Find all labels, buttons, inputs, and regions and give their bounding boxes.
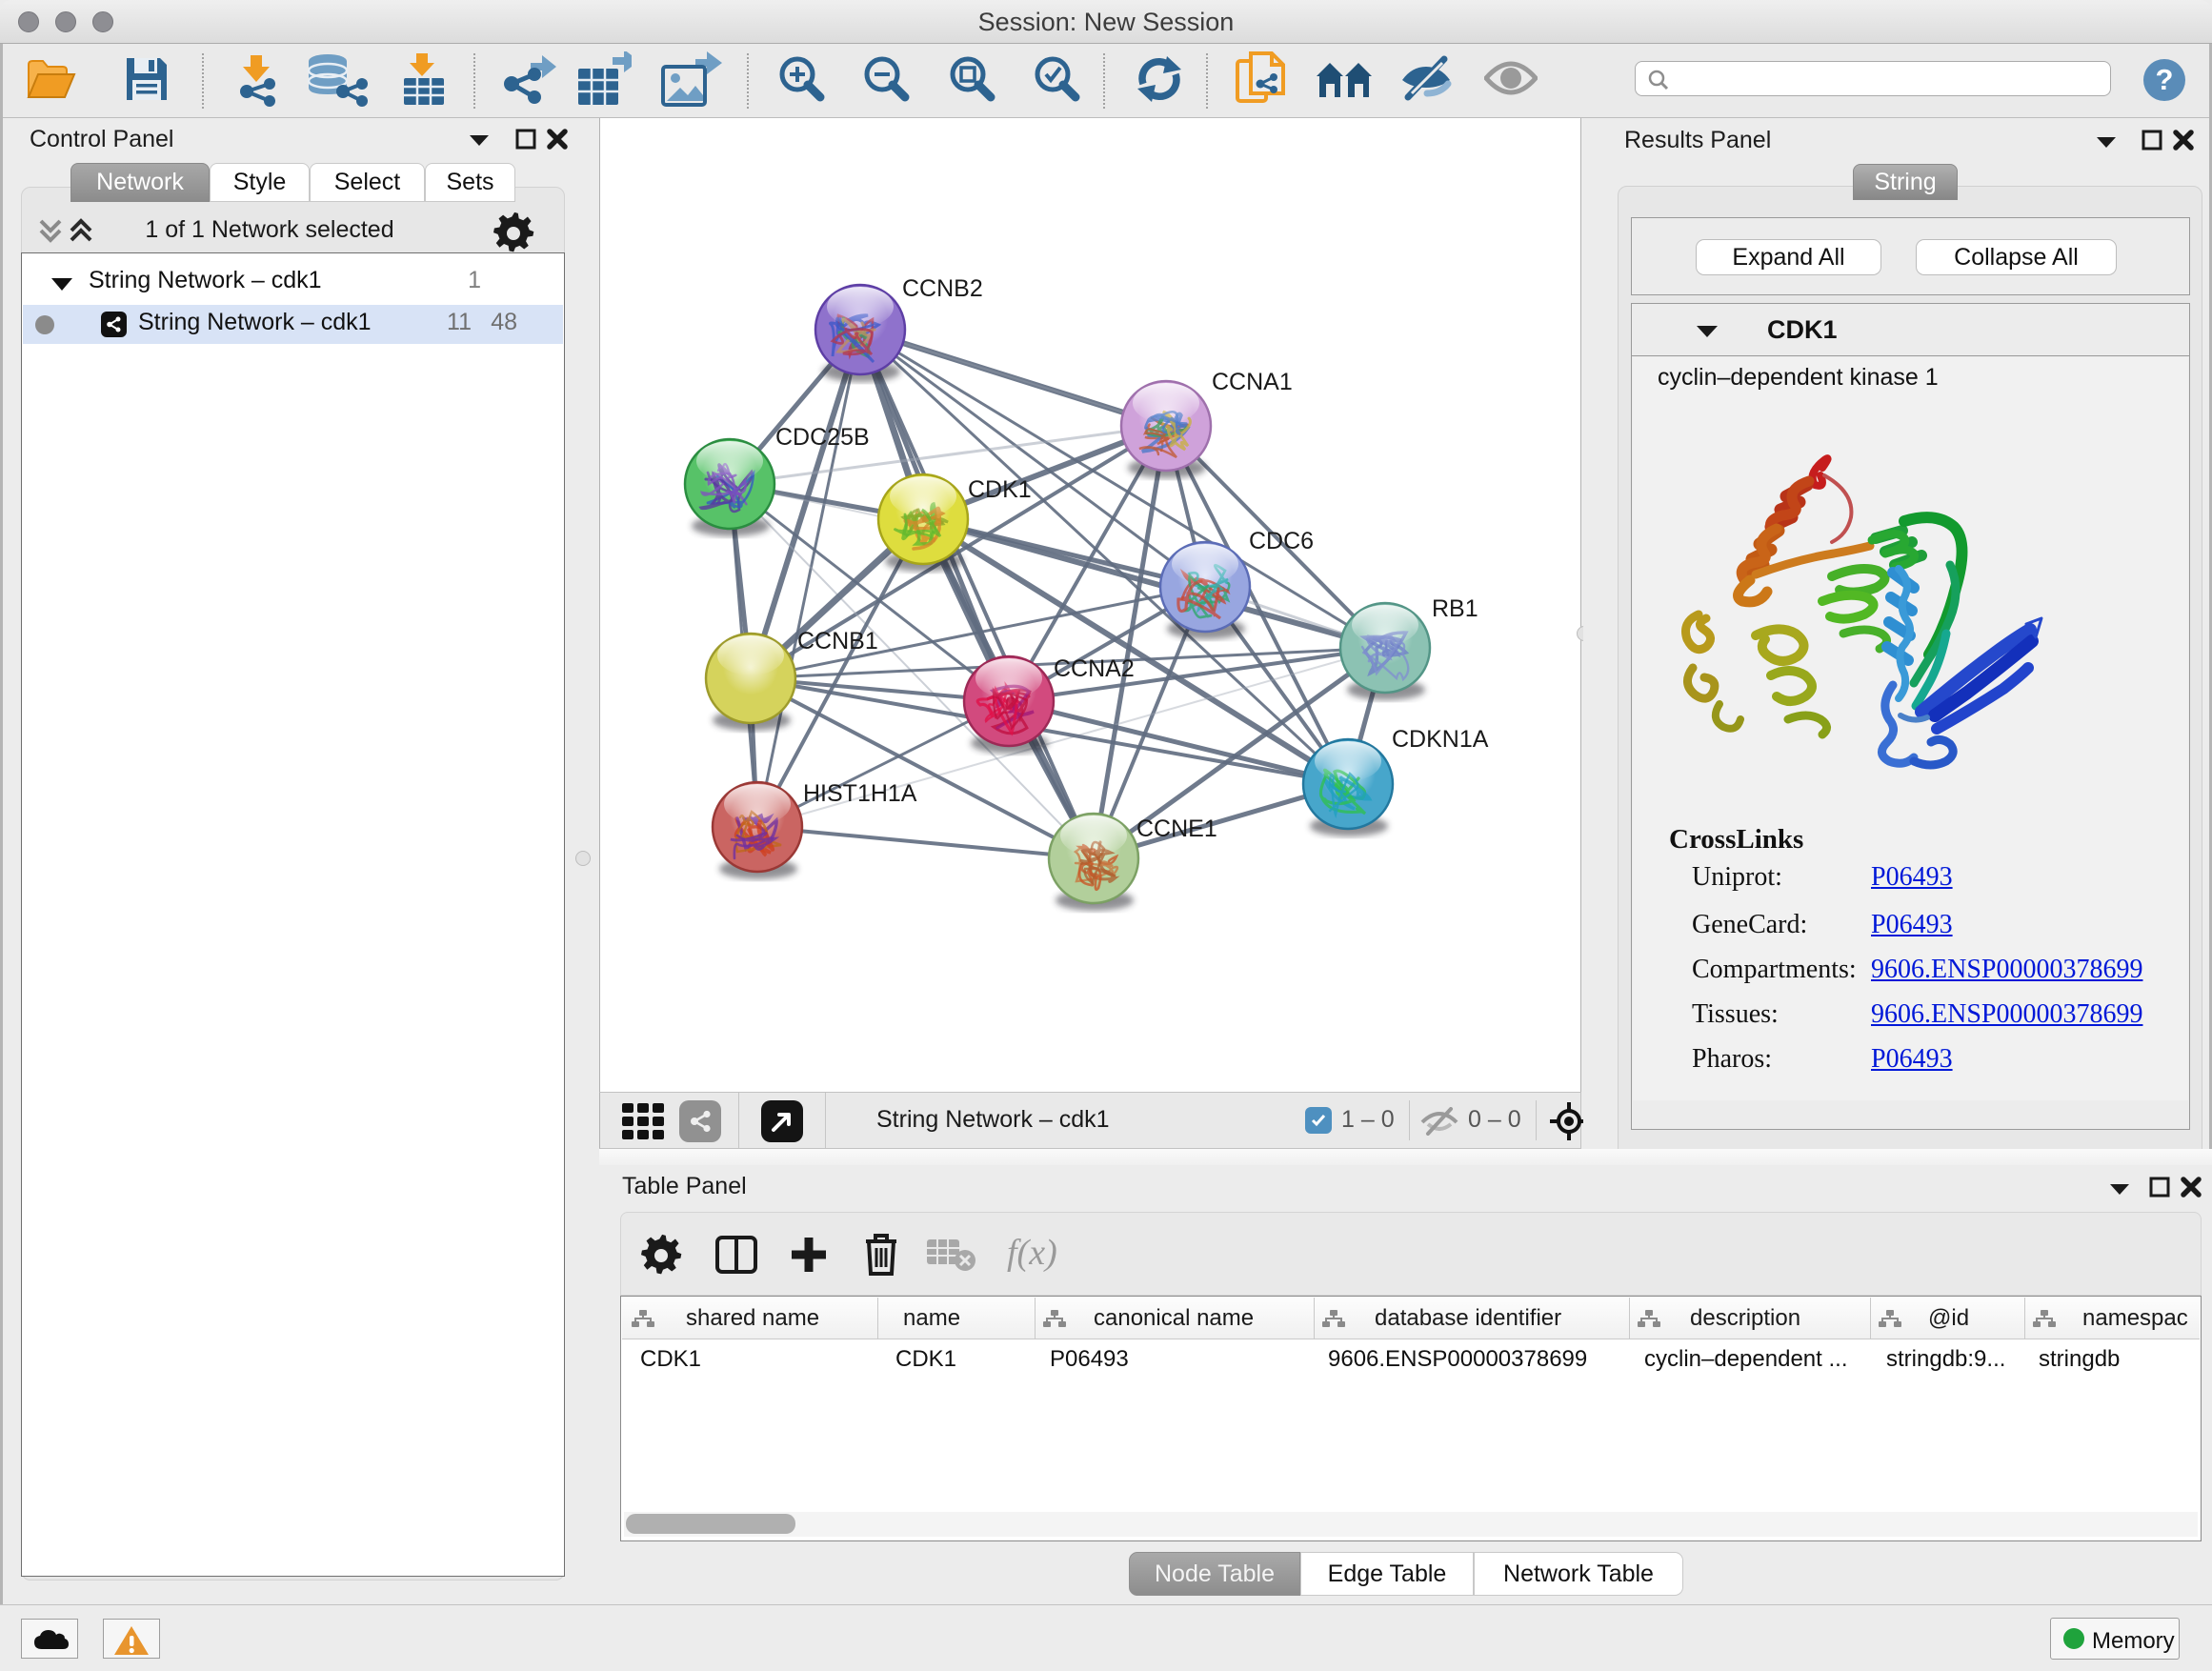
svg-text:CDKN1A: CDKN1A [1392,726,1489,753]
svg-text:CDK1: CDK1 [968,476,1032,503]
svg-text:CCNE1: CCNE1 [1136,815,1217,842]
svg-text:CDC6: CDC6 [1249,528,1314,554]
svg-text:CCNB2: CCNB2 [902,275,983,302]
svg-text:CDC25B: CDC25B [775,424,870,451]
svg-text:CCNB1: CCNB1 [797,628,878,654]
svg-text:HIST1H1A: HIST1H1A [803,780,917,807]
svg-text:CCNA1: CCNA1 [1212,369,1293,395]
svg-text:RB1: RB1 [1432,595,1478,622]
svg-text:CCNA2: CCNA2 [1054,655,1135,682]
